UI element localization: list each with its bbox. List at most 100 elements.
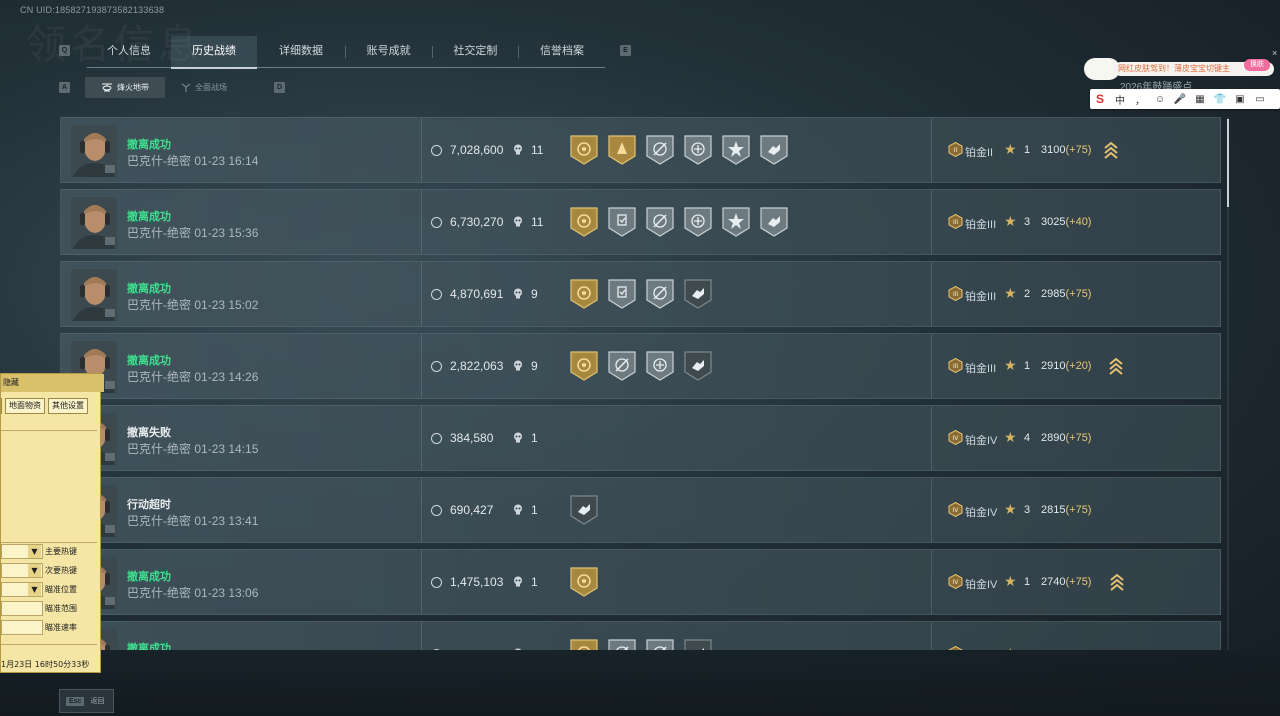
- medal-silver-hand-icon[interactable]: [759, 134, 789, 171]
- ime-emoji-icon[interactable]: ☺: [1150, 94, 1170, 105]
- medal-silver-crosshair-icon[interactable]: [645, 134, 675, 171]
- value-icon: [431, 433, 442, 444]
- medal-dark-hand-icon[interactable]: [683, 350, 713, 387]
- medal-silver-shield-icon[interactable]: [645, 350, 675, 387]
- chevron-down-icon[interactable]: ▼: [28, 545, 41, 558]
- medal-gold-sniper-icon[interactable]: [569, 566, 599, 603]
- ime-menu-icon[interactable]: ▭: [1250, 94, 1270, 105]
- tab-detailed-data[interactable]: 详细数据: [257, 36, 345, 67]
- match-row[interactable]: 撤离成功 巴克什-绝密 01-23 16:14 7,028,600 11 II 铂金II ★…: [60, 117, 1221, 183]
- ime-lang-toggle[interactable]: 中: [1110, 92, 1130, 107]
- match-row[interactable]: 撤离成功 巴克什-绝密 01-23 14:26 2,822,063 9 III 铂金III…: [60, 333, 1221, 399]
- star-count: 1: [1024, 360, 1031, 372]
- sogou-logo-icon[interactable]: S: [1090, 92, 1110, 106]
- tab-reputation[interactable]: 信誉档案: [519, 36, 605, 67]
- medal-dark-hand-icon[interactable]: [683, 638, 713, 650]
- medal-gold-sniper-icon[interactable]: [569, 134, 599, 171]
- ime-punctuation-icon[interactable]: ，: [1130, 92, 1150, 107]
- rank-points: 2740(+75): [1041, 576, 1091, 588]
- ime-skin-icon[interactable]: 👕: [1210, 94, 1230, 105]
- medal-silver-crosshair-icon[interactable]: [645, 278, 675, 315]
- ime-voice-icon[interactable]: 🎤: [1170, 94, 1190, 105]
- value-icon: [431, 361, 442, 372]
- match-row[interactable]: 撤离成功 巴克什-绝密 01-23 13:06 1,475,103 1 IV 铂金IV ★ 1…: [60, 549, 1221, 615]
- match-row[interactable]: 撤离成功 巴克什-绝密 01-23 15:02 4,870,691 9 III 铂金III…: [60, 261, 1221, 327]
- kill-count: 9: [531, 359, 538, 373]
- skull-icon: [514, 288, 522, 299]
- loot-value: 4,870,691: [450, 287, 504, 301]
- ime-skin-banner[interactable]: 网红皮肤驾到！薄皮宝宝切键主 换肤 ×: [1084, 48, 1277, 80]
- back-button[interactable]: Esc 返回: [59, 689, 114, 713]
- medal-dark-hand-icon[interactable]: [569, 494, 599, 531]
- medal-list: [569, 494, 599, 531]
- rank-up-chevron-icon: [1110, 573, 1124, 591]
- rank-label: 铂金IV: [965, 579, 998, 591]
- medal-silver-shield-icon[interactable]: [683, 206, 713, 243]
- medal-silver-crosshair-icon[interactable]: [645, 638, 675, 650]
- match-status: 撤离成功: [127, 283, 171, 295]
- medal-silver-hand-icon[interactable]: [759, 206, 789, 243]
- match-row[interactable]: 行动超时 巴克什-绝密 01-23 13:41 690,427 1 IV 铂金IV ★ 3 28…: [60, 477, 1221, 543]
- row-divider: [931, 334, 932, 398]
- medal-silver-crosshair-icon[interactable]: [607, 638, 637, 650]
- rank-label: 铂金III: [965, 363, 997, 375]
- medal-list: [569, 278, 713, 315]
- match-status: 撤离成功: [127, 571, 171, 583]
- close-icon[interactable]: ×: [1272, 48, 1277, 58]
- ime-keyboard-icon[interactable]: ▦: [1190, 94, 1210, 105]
- scrollbar-thumb[interactable]: [1227, 119, 1229, 207]
- panel-button-other-settings[interactable]: 其他设置: [48, 398, 88, 414]
- tab-achievements[interactable]: 账号成就: [346, 36, 432, 67]
- medal-gold-sniper-icon[interactable]: [569, 278, 599, 315]
- field-label: 次要热键: [45, 566, 77, 575]
- medal-silver-checklist-icon[interactable]: [607, 278, 637, 315]
- medal-silver-crosshair-icon[interactable]: [607, 350, 637, 387]
- match-map-time: 巴克什-绝密 01-23 14:15: [127, 440, 258, 457]
- kill-count: 1: [531, 575, 538, 589]
- row-divider: [931, 262, 932, 326]
- points-value: 3025: [1041, 216, 1066, 228]
- rank-badge-icon: II: [948, 142, 963, 157]
- star-count: 1: [1024, 144, 1031, 156]
- loot-value: 1,475,103: [450, 575, 504, 589]
- battlefield-icon: [181, 83, 191, 92]
- star-icon: ★: [1004, 429, 1017, 445]
- match-row[interactable]: 撤离成功 巴克什-绝密 01-23 15:36 6,730,270 11 III 铂金II…: [60, 189, 1221, 255]
- ime-toolbox-icon[interactable]: ▣: [1230, 94, 1250, 105]
- match-row[interactable]: 撤离成功巴克什-绝密 IV★: [60, 621, 1221, 650]
- panel-button-ground-items[interactable]: 地面物资: [5, 398, 45, 414]
- value-icon: [431, 217, 442, 228]
- panel-button-partial[interactable]: [1, 398, 2, 414]
- panel-divider: [1, 430, 97, 431]
- medal-gold-spartan-icon[interactable]: [607, 134, 637, 171]
- subtab-battlefield[interactable]: 全面战场: [165, 77, 243, 98]
- subtab-extraction[interactable]: 烽火地带: [85, 77, 165, 98]
- medal-silver-burst-icon[interactable]: [721, 206, 751, 243]
- row-divider: [421, 550, 422, 614]
- medal-silver-shield-icon[interactable]: [683, 134, 713, 171]
- tab-match-history[interactable]: 历史战绩: [171, 36, 257, 69]
- chevron-down-icon[interactable]: ▼: [28, 564, 41, 577]
- match-status: 撤离成功: [127, 211, 171, 223]
- match-time: 01-23 16:14: [194, 154, 259, 168]
- svg-text:IV: IV: [953, 580, 959, 586]
- medal-silver-crosshair-icon[interactable]: [645, 206, 675, 243]
- medal-gold-sniper-icon[interactable]: [569, 638, 599, 650]
- medal-silver-burst-icon[interactable]: [721, 134, 751, 171]
- chevron-down-icon[interactable]: ▼: [28, 583, 41, 596]
- medal-silver-checklist-icon[interactable]: [607, 206, 637, 243]
- medal-list: [569, 350, 713, 387]
- medal-gold-sniper-icon[interactable]: [569, 206, 599, 243]
- medal-dark-hand-icon[interactable]: [683, 278, 713, 315]
- tab-personal-info[interactable]: 个人信息: [87, 36, 171, 67]
- aim-range-input[interactable]: [1, 601, 43, 616]
- svg-text:III: III: [953, 292, 958, 298]
- ime-skin-button[interactable]: 换肤: [1244, 59, 1270, 71]
- medal-gold-sniper-icon[interactable]: [569, 350, 599, 387]
- match-row[interactable]: 撤离失败 巴克什-绝密 01-23 14:15 384,580 1 IV 铂金IV ★ 4 28…: [60, 405, 1221, 471]
- aim-speed-input[interactable]: [1, 620, 43, 635]
- map-name: 巴克什-绝密: [127, 586, 191, 600]
- tab-social[interactable]: 社交定制: [432, 36, 518, 67]
- row-divider: [421, 622, 422, 650]
- match-status: 撤离成功: [127, 139, 171, 151]
